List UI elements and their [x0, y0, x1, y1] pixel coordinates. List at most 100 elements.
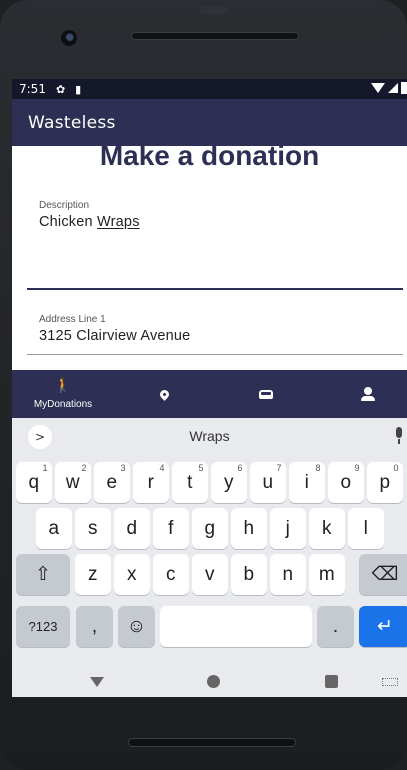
description-value[interactable]: Chicken Wraps — [39, 214, 140, 230]
car-icon — [259, 389, 273, 399]
backspace-icon: ⌫ — [371, 564, 399, 585]
suggestion-word[interactable]: Wraps — [12, 428, 407, 444]
key-v[interactable]: v — [192, 554, 228, 595]
key-x[interactable]: x — [114, 554, 150, 595]
key-s[interactable]: s — [75, 508, 111, 549]
recents-icon[interactable] — [325, 675, 338, 688]
front-camera — [61, 30, 77, 46]
key-number-hint: 7 — [276, 463, 282, 473]
key-e[interactable]: e3 — [94, 462, 130, 503]
earpiece-speaker — [131, 32, 299, 40]
key-h[interactable]: h — [231, 508, 267, 549]
bottom-navigation: 🚶 MyDonations — [12, 370, 407, 418]
emoji-icon: ☺ — [126, 615, 147, 637]
key-y[interactable]: y6 — [211, 462, 247, 503]
emoji-key[interactable]: ☺ — [118, 606, 155, 647]
description-field[interactable]: Description Chicken Wraps — [27, 196, 403, 290]
key-letter: w — [65, 471, 80, 493]
key-m[interactable]: m — [309, 554, 345, 595]
key-number-hint: 2 — [81, 463, 87, 473]
description-text-composing: Wraps — [97, 214, 140, 230]
phone-screen: 7:51 ✿ ▮ Wasteless Make a donation Descr… — [12, 79, 407, 697]
key-letter: o — [340, 471, 352, 493]
key-p[interactable]: p0 — [367, 462, 403, 503]
nav-item-mydonations[interactable]: 🚶 MyDonations — [20, 370, 106, 418]
shift-icon: ⇧ — [35, 564, 51, 585]
key-b[interactable]: b — [231, 554, 267, 595]
home-icon[interactable] — [207, 675, 220, 688]
key-letter: i — [304, 471, 309, 493]
key-letter: r — [147, 471, 154, 493]
key-number-hint: 6 — [237, 463, 243, 473]
description-label: Description — [39, 200, 90, 211]
key-f[interactable]: f — [153, 508, 189, 549]
key-q[interactable]: q1 — [16, 462, 52, 503]
key-number-hint: 3 — [120, 463, 126, 473]
device-notch — [200, 6, 228, 14]
nav-item-location[interactable] — [140, 370, 188, 418]
key-n[interactable]: n — [270, 554, 306, 595]
bottom-speaker — [128, 738, 296, 747]
key-letter: p — [379, 471, 391, 493]
address-line1-value[interactable]: 3125 Clairview Avenue — [39, 328, 190, 344]
key-a[interactable]: a — [36, 508, 72, 549]
system-navigation-bar — [12, 667, 407, 697]
key-j[interactable]: j — [270, 508, 306, 549]
key-l[interactable]: l — [348, 508, 384, 549]
settings-gear-icon: ✿ — [55, 82, 66, 96]
key-k[interactable]: k — [309, 508, 345, 549]
key-w[interactable]: w2 — [55, 462, 91, 503]
person-icon — [360, 387, 376, 401]
nav-item-profile[interactable] — [344, 370, 392, 418]
symbols-key[interactable]: ?123 — [16, 606, 70, 647]
key-r[interactable]: r4 — [133, 462, 169, 503]
key-u[interactable]: u7 — [250, 462, 286, 503]
key-i[interactable]: i8 — [289, 462, 325, 503]
keyboard-switch-icon[interactable] — [382, 678, 398, 686]
space-key[interactable] — [160, 606, 312, 647]
enter-key[interactable]: ↵ — [359, 606, 407, 647]
location-pin-icon — [157, 387, 171, 401]
app-bar: Wasteless — [12, 99, 407, 146]
donation-form: Make a donation Description Chicken Wrap… — [12, 146, 407, 370]
key-number-hint: 4 — [159, 463, 165, 473]
backspace-key[interactable]: ⌫ — [359, 554, 407, 595]
shift-key[interactable]: ⇧ — [16, 554, 70, 595]
key-z[interactable]: z — [75, 554, 111, 595]
description-text-plain: Chicken — [39, 214, 98, 230]
key-t[interactable]: t5 — [172, 462, 208, 503]
address-line1-field[interactable]: Address Line 1 3125 Clairview Avenue — [27, 310, 403, 356]
back-icon[interactable] — [90, 677, 104, 687]
enter-arrow-icon: ↵ — [377, 616, 393, 637]
page-title: Make a donation — [99, 146, 320, 171]
key-number-hint: 1 — [42, 463, 48, 473]
key-d[interactable]: d — [114, 508, 150, 549]
status-bar: 7:51 ✿ ▮ — [12, 79, 407, 99]
key-number-hint: 8 — [315, 463, 321, 473]
nav-item-car[interactable] — [242, 370, 290, 418]
app-title: Wasteless — [28, 112, 116, 133]
key-letter: q — [28, 471, 40, 493]
sd-card-icon: ▮ — [75, 82, 82, 96]
address-line1-label: Address Line 1 — [39, 314, 106, 325]
key-o[interactable]: o9 — [328, 462, 364, 503]
nav-item-label: MyDonations — [33, 398, 93, 410]
key-letter: y — [224, 471, 234, 493]
key-c[interactable]: c — [153, 554, 189, 595]
key-number-hint: 0 — [393, 463, 399, 473]
key-g[interactable]: g — [192, 508, 228, 549]
period-key[interactable]: . — [317, 606, 354, 647]
wifi-icon — [371, 83, 385, 93]
key-number-hint: 5 — [198, 463, 204, 473]
pedestrian-icon: 🚶 — [54, 377, 72, 394]
key-letter: t — [187, 471, 193, 493]
key-number-hint: 9 — [354, 463, 360, 473]
battery-icon — [401, 82, 407, 94]
device-frame: 7:51 ✿ ▮ Wasteless Make a donation Descr… — [0, 0, 407, 770]
comma-key[interactable]: , — [76, 606, 113, 647]
key-letter: e — [106, 471, 118, 493]
key-letter: u — [262, 471, 274, 493]
description-underline — [27, 288, 403, 290]
microphone-icon[interactable] — [393, 427, 405, 447]
status-right-icons — [371, 82, 407, 94]
